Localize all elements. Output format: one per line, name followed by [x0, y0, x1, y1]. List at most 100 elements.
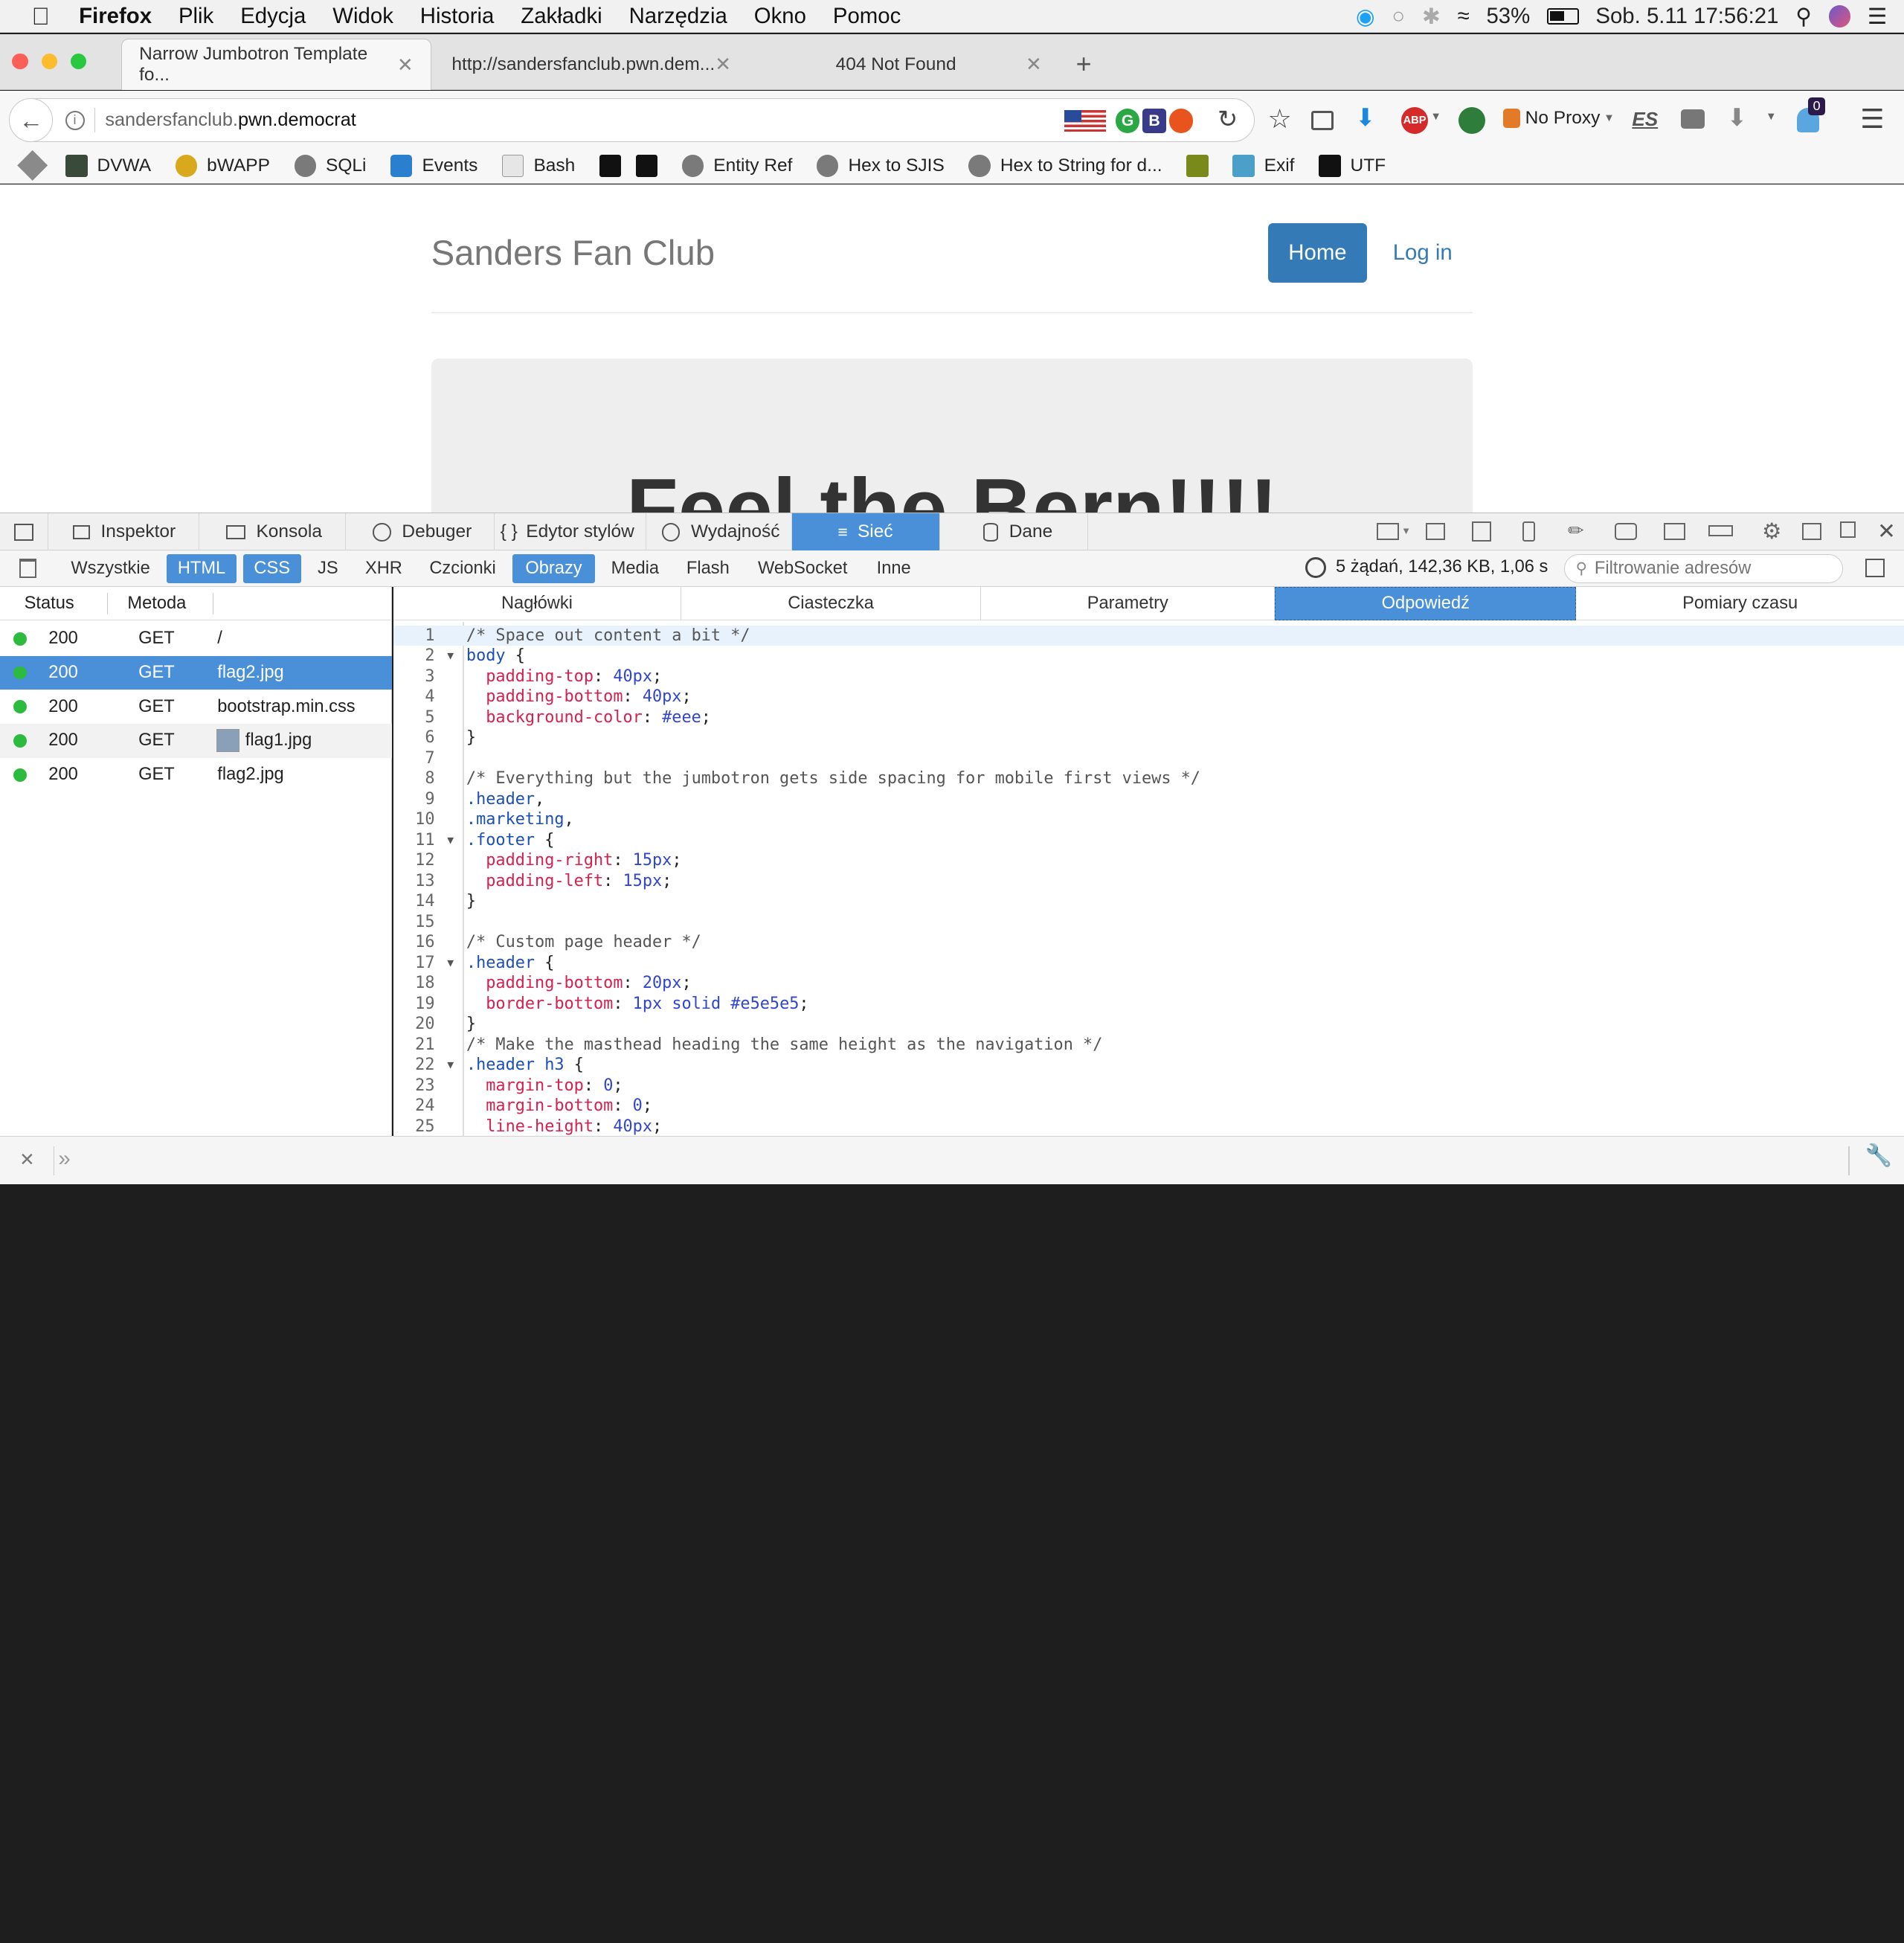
- menu-app-firefox[interactable]: Firefox: [79, 4, 152, 29]
- url-filter-input[interactable]: ⚲: [1563, 553, 1844, 583]
- column-status[interactable]: Status: [25, 594, 74, 614]
- filter-all[interactable]: Wszystkie: [61, 554, 161, 583]
- tab-narrow-jumbotron[interactable]: Narrow Jumbotron Template fo... ✕: [121, 39, 431, 90]
- dock-side-icon[interactable]: [1801, 523, 1822, 540]
- scratchpad-icon[interactable]: [1471, 521, 1491, 542]
- layout-toggle-icon[interactable]: [1377, 523, 1399, 540]
- login-link[interactable]: Log in: [1393, 240, 1453, 266]
- bookmarks-menu-icon[interactable]: [17, 150, 48, 182]
- reload-icon[interactable]: ↻: [1218, 105, 1238, 133]
- filter-js[interactable]: JS: [307, 554, 349, 583]
- new-tab-button[interactable]: +: [1076, 48, 1092, 80]
- tab-404[interactable]: 404 Not Found ✕: [749, 39, 1058, 90]
- clear-trash-icon[interactable]: [19, 559, 36, 579]
- tab-timings[interactable]: Pomiary czasu: [1576, 587, 1904, 621]
- column-method[interactable]: Metoda: [127, 594, 186, 614]
- filter-other[interactable]: Inne: [864, 554, 922, 583]
- chevron-down-icon[interactable]: ▼: [1430, 111, 1441, 123]
- menu-edit[interactable]: Edycja: [240, 4, 306, 29]
- fold-toggle-icon[interactable]: ▼: [434, 646, 466, 667]
- bookmark-events[interactable]: Events: [390, 155, 477, 177]
- back-button[interactable]: ←: [9, 98, 54, 142]
- response-code-viewer[interactable]: 1/* Space out content a bit */2 ▼ body {3 …: [393, 625, 1904, 1137]
- filter-media[interactable]: Media: [601, 554, 669, 583]
- fold-toggle-icon[interactable]: ▼: [434, 953, 466, 974]
- menu-history[interactable]: Historia: [420, 4, 495, 29]
- request-row[interactable]: 200 GET /: [0, 622, 392, 656]
- menu-bookmarks[interactable]: Zakładki: [521, 4, 602, 29]
- bookmark-hex-to-string[interactable]: Hex to String for d...: [968, 155, 1162, 177]
- addon-globe-icon[interactable]: [1458, 106, 1485, 134]
- menu-help[interactable]: Pomoc: [833, 4, 901, 29]
- bookmark-exif[interactable]: Exif: [1232, 155, 1294, 177]
- bookmark-hex-to-sjis[interactable]: Hex to SJIS: [817, 155, 945, 177]
- bookmark-utf[interactable]: UTF: [1319, 155, 1386, 177]
- chevron-down-icon[interactable]: ▼: [1401, 525, 1411, 536]
- url-bar[interactable]: ← i sandersfanclub.pwn.democrat G B ↻: [9, 98, 1255, 142]
- bluetooth-icon[interactable]: ✱: [1422, 4, 1441, 30]
- url-filter-field[interactable]: [1594, 558, 1826, 579]
- eyedropper-icon[interactable]: ✏: [1568, 519, 1584, 542]
- zoom-window-button[interactable]: [70, 53, 86, 70]
- filter-websocket[interactable]: WebSocket: [747, 554, 858, 583]
- undock-icon[interactable]: [1839, 521, 1856, 538]
- responsive-icon[interactable]: [1522, 521, 1535, 542]
- tab-style-editor[interactable]: { } Edytor stylów: [495, 513, 646, 551]
- bookmark-bwapp[interactable]: bWAPP: [175, 155, 270, 177]
- close-window-button[interactable]: [12, 53, 28, 70]
- minimize-window-button[interactable]: [41, 53, 57, 70]
- bookmark-url[interactable]: [635, 155, 658, 177]
- url-text[interactable]: sandersfanclub.pwn.democrat: [105, 109, 356, 131]
- close-tab-icon[interactable]: ✕: [397, 54, 414, 77]
- request-row[interactable]: 200 GET bootstrap.min.css: [0, 690, 392, 724]
- clock[interactable]: Sob. 5.11 17:56:21: [1595, 4, 1778, 29]
- es-addon-icon[interactable]: ES: [1632, 108, 1658, 131]
- menu-tools[interactable]: Narzędzia: [629, 4, 727, 29]
- addon-g-icon[interactable]: G: [1115, 109, 1140, 133]
- bookmark-dvwa[interactable]: DVWA: [65, 155, 151, 177]
- request-row[interactable]: 200 GET flag1.jpg: [0, 724, 393, 758]
- filter-images[interactable]: Obrazy: [512, 553, 595, 583]
- bookmark-entity-ref[interactable]: Entity Ref: [681, 155, 792, 177]
- apple-icon[interactable]: : [31, 2, 49, 30]
- request-row-selected[interactable]: 200 GET flag2.jpg: [0, 655, 393, 690]
- reading-list-icon[interactable]: [1311, 110, 1334, 130]
- request-row[interactable]: 200 GET flag2.jpg: [0, 758, 392, 792]
- fold-toggle-icon[interactable]: ▼: [434, 1055, 466, 1076]
- console-prompt-icon[interactable]: »: [58, 1146, 70, 1172]
- downloads-icon[interactable]: ⬇: [1727, 103, 1747, 132]
- filter-xhr[interactable]: XHR: [355, 554, 413, 583]
- wifi-icon[interactable]: ≈: [1457, 4, 1469, 29]
- rulers-icon[interactable]: [1663, 523, 1686, 540]
- close-tab-icon[interactable]: ✕: [715, 53, 731, 76]
- tab-console[interactable]: Konsola: [199, 513, 347, 551]
- screenshot-icon[interactable]: [1615, 523, 1637, 540]
- menu-file[interactable]: Plik: [178, 4, 213, 29]
- keyboard-icon[interactable]: [1680, 109, 1705, 129]
- filter-css[interactable]: CSS: [242, 553, 301, 583]
- messages-icon[interactable]: ○: [1392, 4, 1405, 29]
- filter-html[interactable]: HTML: [166, 553, 237, 583]
- site-info-icon[interactable]: i: [65, 110, 85, 130]
- close-tab-icon[interactable]: ✕: [1026, 53, 1042, 76]
- tab-cookies[interactable]: Ciasteczka: [681, 586, 982, 621]
- tab-response[interactable]: Odpowiedź: [1275, 586, 1577, 621]
- proxy-switcher[interactable]: No Proxy ▼: [1503, 108, 1615, 129]
- close-devtools-icon[interactable]: ✕: [1877, 518, 1896, 545]
- close-icon[interactable]: ✕: [19, 1149, 35, 1171]
- filter-fonts[interactable]: Czcionki: [419, 554, 506, 583]
- filter-flash[interactable]: Flash: [675, 554, 741, 583]
- tab-storage[interactable]: Dane: [940, 513, 1088, 551]
- menu-window[interactable]: Okno: [754, 4, 806, 29]
- spotlight-icon[interactable]: ⚲: [1795, 4, 1812, 30]
- tab-params[interactable]: Parametry: [981, 586, 1276, 621]
- tab-network[interactable]: ≡ Sieć: [791, 513, 940, 551]
- bookmark-star-icon[interactable]: ☆: [1268, 103, 1292, 135]
- tab-headers[interactable]: Nagłówki: [393, 586, 681, 621]
- wrench-icon[interactable]: 🔧: [1865, 1143, 1893, 1169]
- download-arrow-icon[interactable]: ⬇: [1355, 103, 1375, 132]
- bookmark-base64[interactable]: [599, 155, 622, 177]
- addon-ubuntu-icon[interactable]: [1168, 109, 1194, 133]
- toggle-sidebar-icon[interactable]: [1865, 559, 1885, 577]
- element-picker-button[interactable]: [0, 513, 49, 551]
